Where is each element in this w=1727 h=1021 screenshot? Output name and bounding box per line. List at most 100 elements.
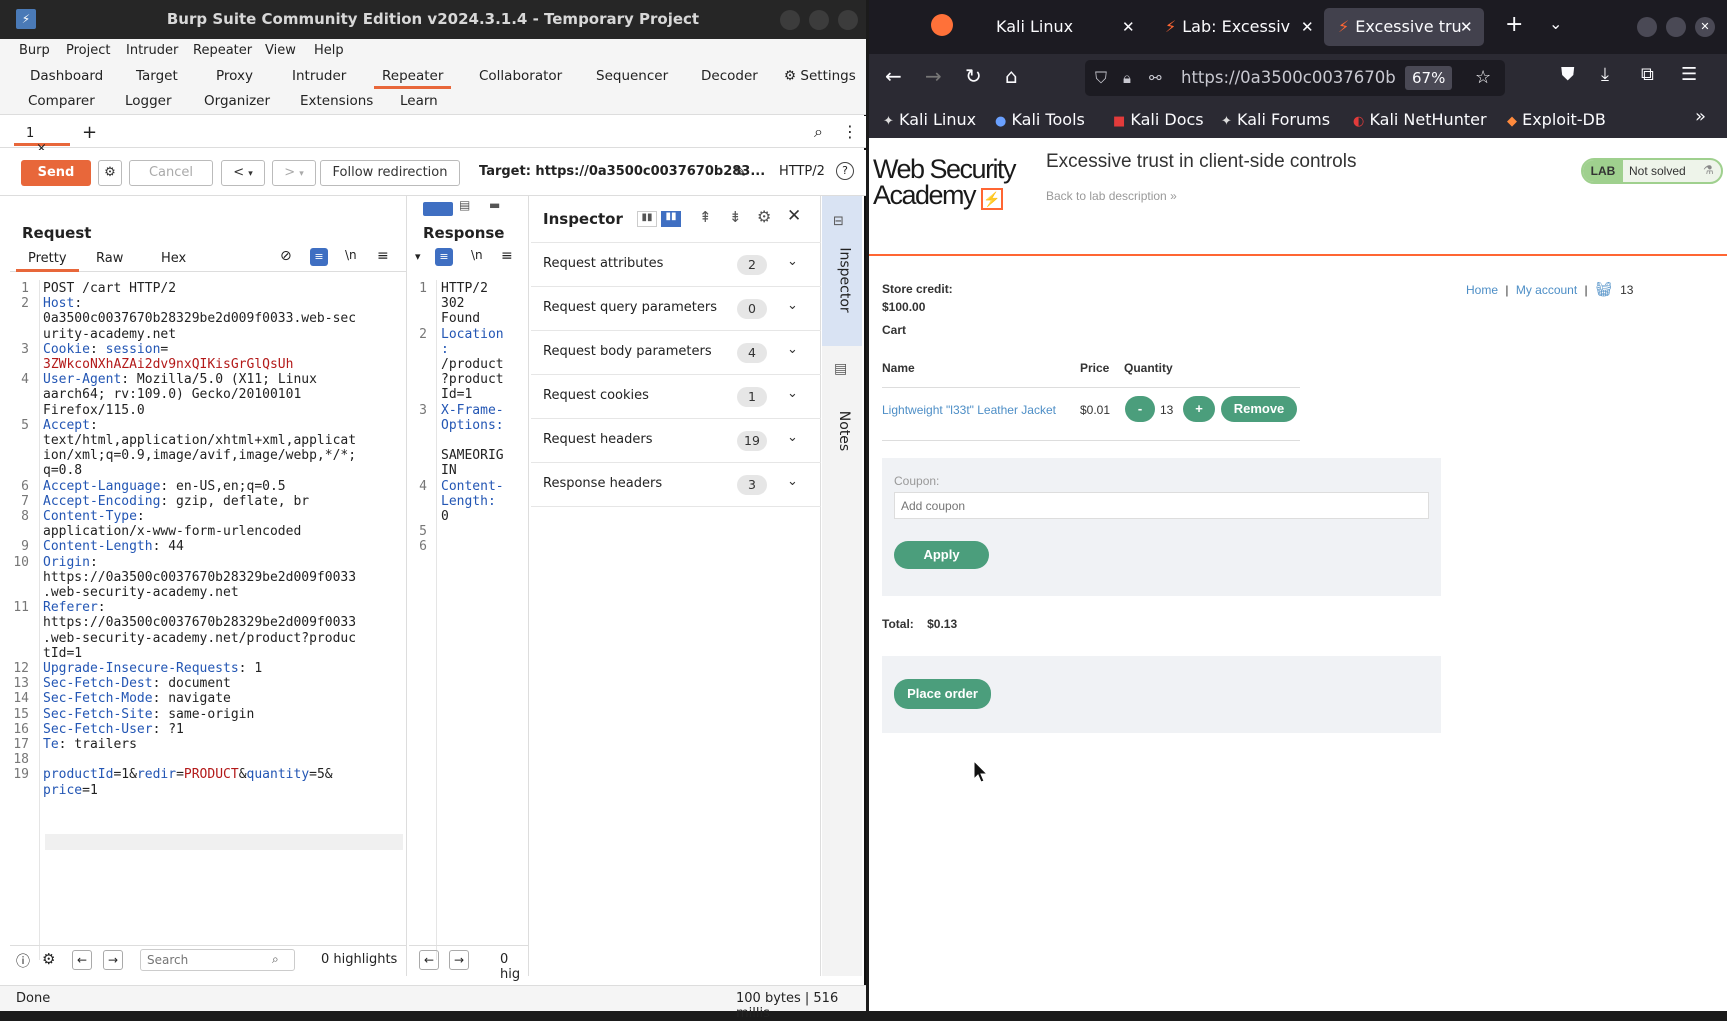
- menu-intruder[interactable]: Intruder: [126, 43, 178, 58]
- repeater-tab-1[interactable]: 1 ×: [14, 122, 70, 156]
- bookmark-star-icon[interactable]: ☆: [1475, 60, 1491, 96]
- tool-tab-sequencer[interactable]: Sequencer: [588, 66, 676, 86]
- add-tab-icon[interactable]: +: [82, 122, 97, 143]
- tab-raw[interactable]: Raw: [96, 251, 123, 266]
- tool-tab-comparer[interactable]: Comparer: [20, 91, 103, 111]
- tool-tab-repeater[interactable]: Repeater: [374, 66, 452, 89]
- tool-tab-learn[interactable]: Learn: [392, 91, 446, 111]
- menu-project[interactable]: Project: [66, 43, 110, 58]
- home-icon[interactable]: ⌂: [1005, 64, 1018, 88]
- tool-tab-intruder[interactable]: Intruder: [284, 66, 354, 86]
- expand-all-icon[interactable]: ⇞: [699, 208, 712, 226]
- search-settings-gear-icon[interactable]: ⚙: [42, 950, 55, 968]
- nav-home-link[interactable]: Home: [1466, 283, 1498, 297]
- menu-view[interactable]: View: [265, 43, 296, 58]
- http-version-toggle[interactable]: HTTP/2: [779, 164, 825, 179]
- layout-tabs-icon[interactable]: ▬: [489, 198, 500, 212]
- inspector-layout-active-icon[interactable]: ▮▮: [661, 211, 681, 227]
- menu-repeater[interactable]: Repeater: [193, 43, 252, 58]
- next-match-icon[interactable]: →: [103, 950, 123, 970]
- minimize-icon[interactable]: [780, 10, 800, 30]
- forward-arrow-icon[interactable]: →: [925, 64, 942, 88]
- tool-tab-logger[interactable]: Logger: [117, 91, 180, 111]
- history-forward-button[interactable]: > ▾: [272, 160, 316, 186]
- minimize-icon[interactable]: [1637, 17, 1657, 37]
- bookmark-kali-nethunter[interactable]: ◐ Kali NetHunter: [1353, 110, 1487, 129]
- increase-quantity-button[interactable]: +: [1183, 396, 1215, 422]
- search-icon[interactable]: ⌕: [814, 122, 823, 142]
- zoom-level-badge[interactable]: 67%: [1405, 66, 1453, 90]
- history-back-button[interactable]: < ▾: [221, 160, 265, 186]
- cart-basket-icon[interactable]: 🧺︎: [1595, 281, 1613, 297]
- web-security-academy-logo[interactable]: Web Security Academy ⚡: [873, 156, 1033, 210]
- inspector-row-response-headers[interactable]: Response headers 3 ⌄: [531, 463, 821, 507]
- coupon-input[interactable]: [894, 492, 1429, 519]
- inspector-row-body-params[interactable]: Request body parameters 4 ⌄: [531, 331, 821, 375]
- nav-my-account-link[interactable]: My account: [1516, 283, 1577, 297]
- previous-match-icon[interactable]: ←: [72, 950, 92, 970]
- browser-tab-lab[interactable]: ⚡ Lab: Excessiv ✕: [1151, 8, 1321, 46]
- url-bar[interactable]: ⛉ 🔒︎ ⚯ https://0a3500c0037670b 67% ☆: [1085, 60, 1505, 96]
- menu-help[interactable]: Help: [314, 43, 344, 58]
- inspector-row-request-attributes[interactable]: Request attributes 2 ⌄: [531, 243, 821, 287]
- close-window-icon[interactable]: [838, 10, 858, 30]
- place-order-button[interactable]: Place order: [894, 679, 991, 709]
- bookmark-exploit-db[interactable]: ◆ Exploit-DB: [1507, 110, 1606, 129]
- cancel-button[interactable]: Cancel: [129, 160, 213, 186]
- send-options-gear-icon[interactable]: ⚙: [98, 160, 122, 186]
- pane-menu-icon[interactable]: ≡: [377, 248, 389, 264]
- side-tab-inspector[interactable]: ⊟ Inspector: [822, 196, 862, 346]
- tab-pretty[interactable]: Pretty: [16, 248, 79, 272]
- pretty-format-icon[interactable]: ≡: [310, 248, 328, 266]
- settings-button[interactable]: ⚙ Settings: [776, 66, 864, 86]
- pretty-format-icon[interactable]: ≡: [435, 248, 453, 266]
- inspector-row-request-headers[interactable]: Request headers 19 ⌄: [531, 419, 821, 463]
- browser-tab-kali-linux[interactable]: Kali Linux ✕: [982, 8, 1149, 46]
- downloads-icon[interactable]: ⤓: [1601, 64, 1609, 85]
- bookmark-kali-tools[interactable]: ● Kali Tools: [995, 110, 1085, 129]
- next-match-icon[interactable]: →: [449, 950, 469, 970]
- pane-menu-icon[interactable]: ≡: [501, 248, 513, 264]
- close-tab-icon[interactable]: ✕: [1460, 8, 1473, 46]
- reload-icon[interactable]: ↻: [965, 64, 982, 88]
- tracking-shield-icon[interactable]: ⛉: [1095, 60, 1107, 96]
- tool-tab-dashboard[interactable]: Dashboard: [22, 66, 111, 86]
- tool-tab-collaborator[interactable]: Collaborator: [471, 66, 570, 86]
- side-tab-notes[interactable]: ▤ Notes: [822, 361, 862, 471]
- bookmark-kali-linux[interactable]: ✦ Kali Linux: [883, 110, 976, 129]
- tool-tab-extensions[interactable]: Extensions: [292, 91, 381, 111]
- previous-match-icon[interactable]: ←: [419, 950, 439, 970]
- maximize-icon[interactable]: [809, 10, 829, 30]
- newline-toggle-icon[interactable]: \n: [345, 248, 357, 262]
- tool-tab-target[interactable]: Target: [128, 66, 186, 86]
- more-bookmarks-chevron-icon[interactable]: »: [1695, 106, 1706, 127]
- help-icon[interactable]: ?: [836, 162, 854, 180]
- edit-target-pencil-icon[interactable]: ✎: [733, 162, 746, 181]
- remove-item-button[interactable]: Remove: [1221, 396, 1297, 422]
- list-all-tabs-chevron-down-icon[interactable]: ⌄: [1549, 14, 1562, 33]
- app-menu-icon[interactable]: ☰: [1681, 64, 1697, 85]
- layout-stacked-icon[interactable]: ▤: [459, 198, 470, 212]
- follow-redirection-button[interactable]: Follow redirection: [320, 160, 460, 186]
- inspector-row-cookies[interactable]: Request cookies 1 ⌄: [531, 375, 821, 419]
- lock-icon[interactable]: 🔒︎: [1123, 60, 1131, 96]
- permissions-icon[interactable]: ⚯: [1149, 60, 1162, 96]
- tool-tab-decoder[interactable]: Decoder: [693, 66, 766, 86]
- hide-nonprintable-icon[interactable]: ⊘: [280, 248, 292, 264]
- layout-side-by-side-icon[interactable]: [423, 202, 453, 216]
- send-button[interactable]: Send: [21, 160, 91, 186]
- close-tab-icon[interactable]: ✕: [1122, 8, 1135, 46]
- bookmark-kali-forums[interactable]: ✦ Kali Forums: [1221, 110, 1330, 129]
- newline-toggle-icon[interactable]: \n: [471, 248, 483, 262]
- close-inspector-icon[interactable]: ✕: [787, 206, 801, 226]
- menu-burp[interactable]: Burp: [19, 43, 50, 58]
- inspector-settings-gear-icon[interactable]: ⚙: [757, 207, 771, 226]
- url-text[interactable]: https://0a3500c0037670b: [1181, 60, 1395, 96]
- tab-hex[interactable]: Hex: [161, 251, 186, 266]
- tool-tab-proxy[interactable]: Proxy: [208, 66, 261, 86]
- chevron-down-icon[interactable]: ▾: [415, 250, 421, 263]
- inspector-layout-icon[interactable]: ▮▮: [637, 211, 657, 227]
- collapse-all-icon[interactable]: ⇟: [729, 208, 742, 226]
- decrease-quantity-button[interactable]: -: [1125, 396, 1155, 422]
- more-options-icon[interactable]: ⋮: [842, 122, 858, 141]
